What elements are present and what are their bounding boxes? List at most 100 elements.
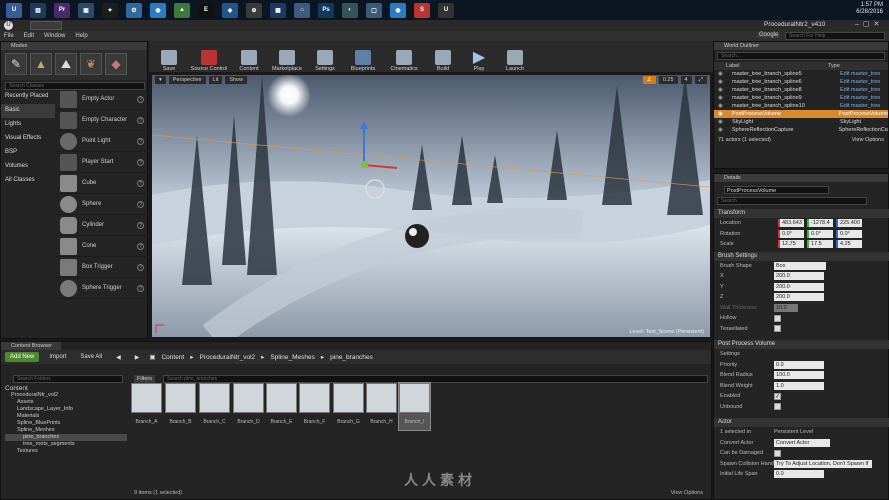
tree-procedural[interactable]: ProceduralNtr_vol2 (5, 392, 127, 399)
asset-tile[interactable]: Branch_C (199, 383, 230, 430)
place-item-empty-actor[interactable]: Empty Actor? (56, 89, 148, 110)
can-be-damaged-checkbox[interactable] (774, 449, 781, 457)
help-icon[interactable]: ? (137, 284, 144, 292)
details-tab[interactable]: Details (714, 174, 888, 182)
lit-button[interactable]: Lit (208, 76, 223, 84)
angle-snap-icon[interactable]: ∠ (642, 76, 656, 84)
unbound-checkbox[interactable] (774, 403, 781, 411)
actor-section[interactable]: Actor (714, 418, 889, 427)
help-icon[interactable]: ? (137, 158, 144, 166)
type-column-header[interactable]: Type (828, 63, 840, 69)
scale-z-field[interactable]: 4.25 (836, 240, 862, 249)
blueprints-button[interactable]: Blueprints (345, 50, 381, 72)
row-type-link[interactable]: Edit master_tree (840, 95, 880, 101)
build-button[interactable]: Build (427, 50, 459, 72)
tree-spline-blueprints[interactable]: Spline_BluePrints (5, 420, 127, 427)
tree-textures[interactable]: Textures (5, 448, 127, 455)
level-tab[interactable] (30, 21, 62, 30)
tree-materials[interactable]: Materials (5, 413, 127, 420)
content-view-options[interactable]: View Options (671, 490, 703, 496)
breadcrumb-pine-branches[interactable]: pine_branches (330, 354, 373, 361)
brush-z-field[interactable]: 200.0 (774, 293, 824, 302)
blend-weight-field[interactable]: 1.0 (774, 381, 824, 390)
level-viewport[interactable]: ▾ Perspective Lit Show ∠ 0.25 4 ⤢ Level:… (152, 75, 710, 337)
visibility-eye-icon[interactable]: ◉ (718, 87, 732, 93)
nav-forward-icon[interactable]: ▶ (131, 352, 144, 363)
visibility-eye-icon[interactable]: ◉ (718, 79, 732, 85)
priority-field[interactable]: 0.0 (774, 360, 824, 369)
outliner-view-options[interactable]: View Options (852, 137, 884, 143)
brush-x-field[interactable]: 200.0 (774, 272, 824, 281)
app-icon[interactable]: ⌂ (294, 2, 310, 18)
place-item-player-start[interactable]: Player Start? (56, 152, 148, 173)
premiere-icon[interactable]: Pr (54, 2, 70, 18)
row-type-link[interactable]: Edit master_tree (840, 103, 880, 109)
row-type-link[interactable]: Edit master_tree (840, 87, 880, 93)
chrome-icon[interactable]: ◉ (390, 2, 406, 18)
import-button[interactable]: Import (45, 352, 70, 362)
help-icon[interactable]: ? (137, 95, 144, 103)
outliner-search-input[interactable]: Search... (717, 52, 885, 60)
app-icon[interactable]: ▦ (270, 2, 286, 18)
world-outliner-tab[interactable]: World Outliner (714, 42, 888, 50)
perspective-button[interactable]: Perspective (168, 76, 206, 84)
app-icon[interactable]: ✦ (102, 2, 118, 18)
tree-content[interactable]: Content (5, 385, 127, 392)
visibility-eye-icon[interactable]: ◉ (718, 103, 732, 109)
viewport-menu-button[interactable]: ▾ (155, 76, 166, 84)
asset-tile[interactable]: Branch_F (299, 383, 330, 430)
tessellated-checkbox[interactable] (774, 325, 781, 333)
help-search-input[interactable]: Search For Help (785, 32, 885, 40)
place-item-sphere-trigger[interactable]: Sphere Trigger? (56, 278, 148, 299)
place-item-point-light[interactable]: Point Light? (56, 131, 148, 152)
rotation-z-field[interactable]: 0.0° (836, 229, 862, 238)
window-controls[interactable]: –▢✕ (855, 20, 883, 28)
asset-tile[interactable]: Branch_E (266, 383, 297, 430)
rotation-y-field[interactable]: 0.0° (807, 229, 833, 238)
asset-tile-selected[interactable]: Branch_I (398, 382, 431, 431)
help-icon[interactable]: ? (137, 263, 144, 271)
scale-y-field[interactable]: 17.5 (807, 240, 833, 249)
save-all-button[interactable]: Save All (76, 352, 106, 362)
details-search-input[interactable]: Search (717, 197, 867, 205)
visibility-eye-icon[interactable]: ◉ (718, 71, 732, 77)
post-process-section[interactable]: Post Process Volume (714, 340, 889, 349)
content-browser-tab[interactable]: Content Browser (1, 342, 61, 350)
app-icon[interactable]: ◆ (222, 2, 238, 18)
convert-actor-dropdown[interactable]: Convert Actor (774, 438, 830, 447)
settings-label[interactable]: Settings (720, 351, 740, 357)
save-button[interactable]: Save (153, 50, 185, 72)
nav-back-icon[interactable]: ◀ (112, 352, 125, 363)
outliner-row[interactable]: ◉ master_tree_branch_spline8 Edit master_t… (714, 86, 888, 94)
explorer-icon[interactable]: U (6, 2, 22, 18)
outliner-row[interactable]: ◉ SkyLight SkyLight (714, 118, 888, 126)
menu-help[interactable]: Help (75, 33, 87, 39)
app-icon[interactable]: ▢ (366, 2, 382, 18)
rotation-x-field[interactable]: 0.0° (778, 229, 804, 238)
menu-file[interactable]: File (4, 33, 14, 39)
asset-tile[interactable]: Branch_B (165, 383, 196, 430)
help-icon[interactable]: ? (137, 242, 144, 250)
help-icon[interactable]: ? (137, 137, 144, 145)
category-basic[interactable]: Basic (1, 104, 55, 118)
place-mode-icon[interactable]: ✎ (5, 53, 27, 75)
tree-assets[interactable]: Assets (5, 399, 127, 406)
label-column-header[interactable]: Label (718, 63, 828, 69)
add-new-button[interactable]: Add New (5, 352, 40, 362)
help-icon[interactable]: ? (137, 221, 144, 229)
breadcrumb-spline-meshes[interactable]: Spline_Meshes (270, 354, 314, 361)
place-item-box-trigger[interactable]: Box Trigger? (56, 257, 148, 278)
foliage-mode-icon[interactable]: ❦ (80, 53, 102, 75)
transform-section[interactable]: Transform (714, 209, 889, 218)
app-icon[interactable]: ◐ (342, 2, 358, 18)
scale-x-field[interactable]: 12.75 (778, 240, 804, 249)
visibility-eye-icon[interactable]: ◉ (718, 127, 732, 133)
row-type-link[interactable]: Edit master_tree (840, 71, 880, 77)
app-icon[interactable]: ▲ (174, 2, 190, 18)
category-all-classes[interactable]: All Classes (1, 174, 55, 188)
google-search-dropdown[interactable]: Google (757, 32, 781, 38)
category-bsp[interactable]: BSP (1, 146, 55, 160)
brush-shape-dropdown[interactable]: Box (774, 261, 826, 270)
chrome-icon[interactable]: ◉ (150, 2, 166, 18)
help-icon[interactable]: ? (137, 179, 144, 187)
